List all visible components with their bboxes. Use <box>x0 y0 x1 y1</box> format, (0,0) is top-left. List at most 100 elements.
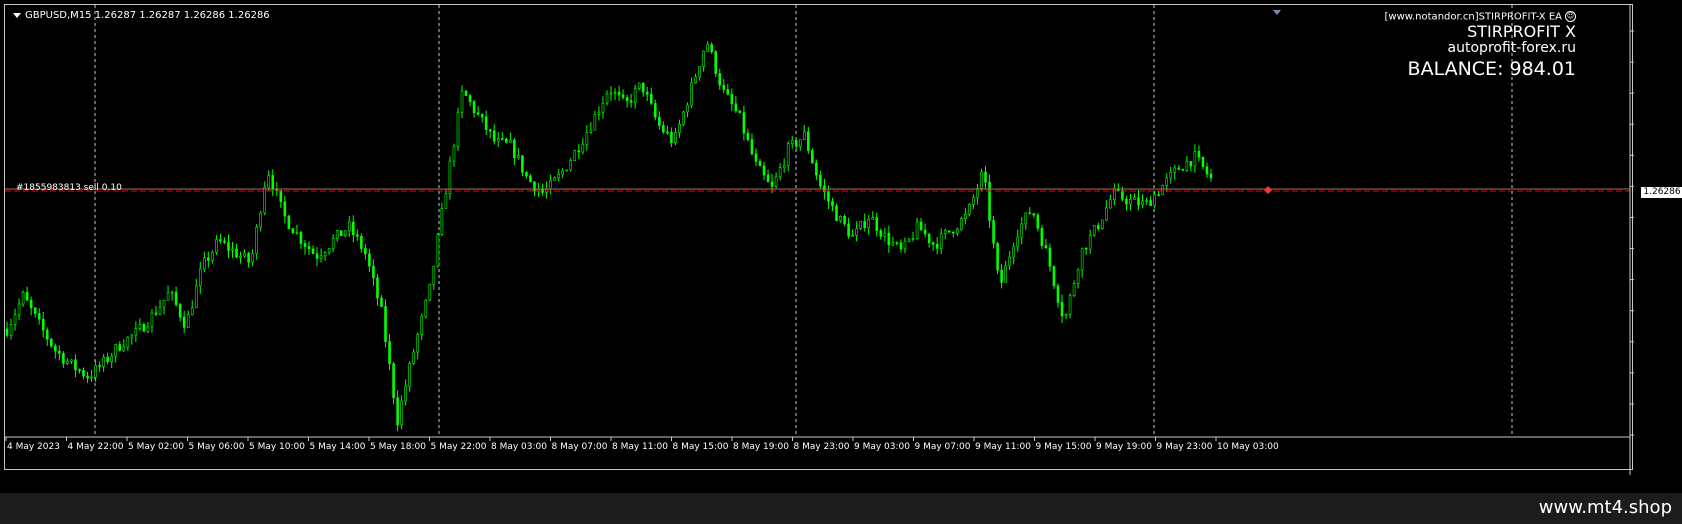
candle-body <box>33 307 37 314</box>
candle-body <box>577 150 581 153</box>
candle-body <box>879 230 883 237</box>
candle-body <box>372 265 375 279</box>
candle-body <box>891 242 895 246</box>
candle-body <box>146 326 150 332</box>
candle-body <box>851 235 854 237</box>
candle-body <box>698 66 701 78</box>
candle-body <box>194 285 198 309</box>
candle-body <box>251 253 254 263</box>
time-axis-label: 5 May 18:00 <box>370 442 426 452</box>
candle-body <box>666 131 669 134</box>
chart-grid <box>94 5 1513 437</box>
candle-body <box>895 242 899 244</box>
candle-body <box>867 219 871 229</box>
candle-body <box>126 336 130 348</box>
candle-body <box>883 232 887 237</box>
chart-shift-marker[interactable] <box>1273 10 1281 15</box>
candle-body <box>621 94 625 98</box>
candle-body <box>54 345 57 352</box>
symbol-quote-text: GBPUSD,M15 1.26287 1.26287 1.26286 1.262… <box>25 10 270 21</box>
ea-name: STIRPROFIT X <box>1467 21 1576 41</box>
candle-body <box>1008 256 1011 266</box>
candle-body <box>790 140 794 144</box>
candle-body <box>207 257 210 261</box>
candle-body <box>190 307 194 315</box>
candle-body <box>295 231 299 234</box>
candle-body <box>1036 214 1040 229</box>
candle-body <box>271 175 275 190</box>
candle-body <box>549 179 552 190</box>
candle-body <box>919 221 923 231</box>
symbol-header[interactable]: GBPUSD,M15 1.26287 1.26287 1.26286 1.262… <box>13 10 270 21</box>
time-axis-label: 8 May 07:00 <box>552 442 608 452</box>
dropdown-triangle-icon[interactable] <box>13 12 21 18</box>
candle-body <box>915 221 919 239</box>
candle-body <box>1181 169 1185 171</box>
price-axis: 1.266851.266001.265151.264301.263451.262… <box>1630 30 1634 436</box>
current-price-marker <box>1264 186 1272 194</box>
candle-body <box>404 385 407 402</box>
candle-body <box>1197 151 1201 158</box>
candle-body <box>1153 194 1156 206</box>
candle-body <box>496 138 500 142</box>
ea-smile-icon[interactable]: ☺ <box>1565 11 1576 22</box>
candle-body <box>1032 213 1036 216</box>
candle-body <box>444 193 448 209</box>
candle-body <box>122 346 126 351</box>
candle-body <box>976 188 979 198</box>
candle-body <box>1080 247 1084 271</box>
candle-body <box>1060 302 1064 317</box>
candle-body <box>66 360 69 364</box>
candle-body <box>440 208 444 235</box>
candle-body <box>396 397 399 426</box>
candle-body <box>923 229 927 235</box>
candle-body <box>613 91 617 94</box>
candle-body <box>706 44 709 52</box>
candle-body <box>742 112 746 134</box>
candle-body <box>58 350 61 354</box>
candle-body <box>384 306 387 342</box>
candle-body <box>802 131 806 140</box>
candle-body <box>1201 156 1205 167</box>
candle-body <box>988 181 991 221</box>
candle-body <box>996 243 999 271</box>
candle-body <box>158 306 162 315</box>
time-axis-label: 5 May 10:00 <box>249 442 305 452</box>
candle-body <box>488 129 492 132</box>
candle-body <box>513 139 516 158</box>
candle-body <box>424 299 428 317</box>
ea-balance: BALANCE: 984.01 <box>1407 57 1576 80</box>
candle-body <box>452 146 456 162</box>
candle-body <box>138 324 142 329</box>
candle-body <box>364 248 367 255</box>
candle-body <box>589 129 593 133</box>
candle-body <box>617 91 621 96</box>
expert-advisor-panel: [www.notandor.cn]STIRPROFIT-X EA ☺ STIRPR… <box>1384 11 1576 80</box>
time-axis-label: 8 May 19:00 <box>733 442 789 452</box>
candle-body <box>956 228 959 234</box>
candle-body <box>239 255 242 258</box>
candle-body <box>339 230 343 236</box>
time-axis-label: 9 May 23:00 <box>1157 442 1213 452</box>
time-axis-label: 9 May 11:00 <box>975 442 1031 452</box>
candle-body <box>86 375 89 379</box>
chart-window[interactable]: 1.266851.266001.265151.264301.263451.262… <box>4 4 1682 475</box>
candle-body <box>219 239 222 242</box>
candle-body <box>762 165 766 176</box>
candle-body <box>871 217 875 220</box>
candle-body <box>875 217 879 231</box>
candle-body <box>670 132 673 143</box>
candle-body <box>855 228 858 236</box>
time-axis-label: 5 May 14:00 <box>310 442 366 452</box>
candle-body <box>1165 177 1169 186</box>
candle-body <box>509 139 512 143</box>
candle-body <box>235 248 238 258</box>
candle-body <box>645 91 649 95</box>
candle-body <box>420 315 424 335</box>
candle-body <box>1185 161 1189 171</box>
footer-watermark: www.mt4.shop <box>1538 497 1672 518</box>
order-label[interactable]: #1855983813 sell 0.10 <box>16 183 122 193</box>
candle-body <box>243 252 246 257</box>
candle-body <box>927 233 931 243</box>
candle-body <box>1028 212 1032 215</box>
